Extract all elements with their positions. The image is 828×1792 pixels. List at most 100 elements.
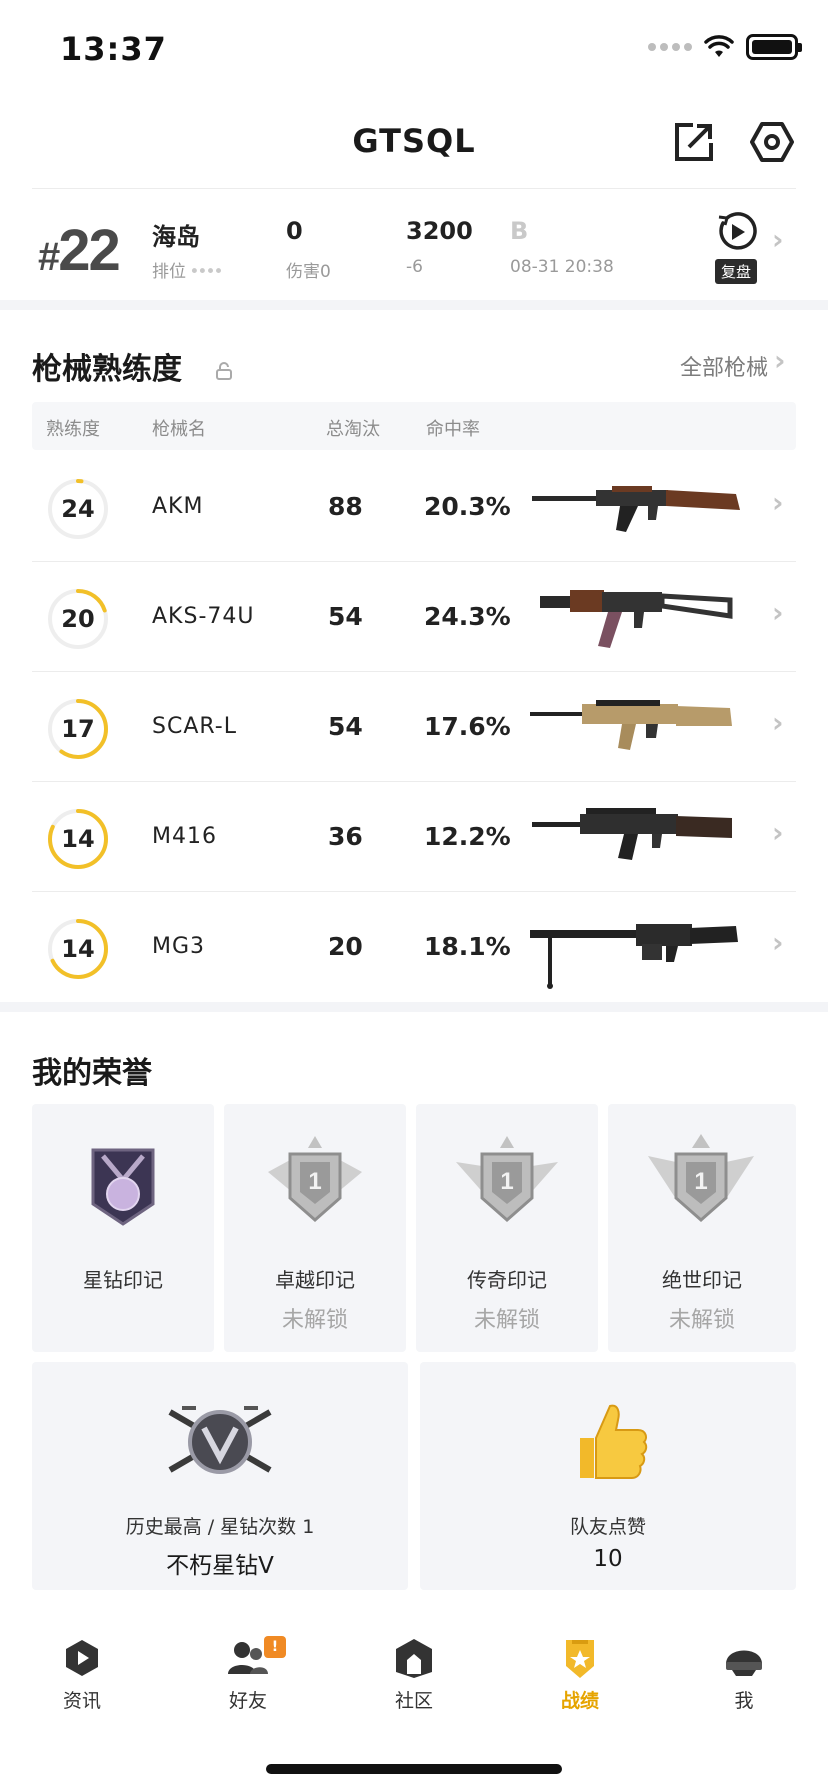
tab-label: 战绩	[560, 1690, 599, 1712]
honor-section-title: 我的荣誉	[32, 1056, 152, 1091]
settings-button[interactable]	[746, 116, 798, 168]
helmet-icon	[726, 1650, 762, 1676]
section-divider	[0, 1002, 828, 1012]
recent-match-row[interactable]: #22 海岛 排位 •••• 0 伤害0 3200 -6 B 08-31 20:…	[32, 188, 796, 300]
all-weapons-link[interactable]: 全部枪械	[680, 350, 768, 382]
match-score: 3200	[406, 217, 473, 245]
honor-badge-status: 未解锁	[668, 1308, 735, 1333]
crossed-rifles-emblem-icon	[168, 1406, 272, 1474]
teammate-likes-value: 10	[593, 1546, 623, 1572]
friends-badge: !	[264, 1636, 286, 1658]
col-total-kills: 总淘汰	[326, 419, 380, 440]
weapon-name: AKS-74U	[152, 604, 255, 629]
teammate-likes-card[interactable]: 队友点赞 10	[420, 1362, 796, 1590]
proficiency-level: 20	[61, 605, 95, 633]
chevron-right-icon: ›	[772, 486, 784, 519]
honor-badge-star-diamond[interactable]: 星钻印记	[32, 1104, 214, 1352]
weapon-accuracy: 24.3%	[424, 602, 511, 631]
signal-icon	[648, 43, 692, 51]
match-rank: #22	[38, 218, 121, 283]
battery-icon	[746, 34, 802, 60]
weapon-row[interactable]: 17 SCAR-L 54 17.6% ›	[32, 672, 796, 782]
match-map: 海岛	[152, 223, 200, 251]
honor-badge-status: 未解锁	[281, 1308, 348, 1333]
section-divider	[0, 300, 828, 310]
tab-me[interactable]: 我	[684, 1636, 804, 1713]
share-button[interactable]	[668, 116, 720, 168]
weapon-image-icon	[532, 486, 740, 532]
proficiency-level: 17	[61, 715, 95, 743]
honor-badge-legend[interactable]: 1 传奇印记 未解锁	[416, 1104, 598, 1352]
status-bar: 13:37	[0, 0, 828, 100]
weapon-total-kills: 20	[328, 932, 363, 961]
status-icons	[648, 34, 802, 60]
proficiency-level: 24	[61, 495, 95, 523]
weapon-total-kills: 36	[328, 822, 363, 851]
honor-badge-name: 星钻印记	[83, 1268, 163, 1292]
chevron-right-icon: ›	[772, 596, 784, 629]
records-badge-icon	[566, 1640, 594, 1678]
col-weapon-name: 枪械名	[152, 419, 206, 440]
tab-label: 好友	[228, 1690, 267, 1712]
chevron-right-icon: ›	[772, 816, 784, 849]
match-grade-col: B 08-31 20:38	[510, 217, 614, 277]
chevron-right-icon: ›	[774, 344, 786, 377]
weapon-accuracy: 17.6%	[424, 712, 511, 741]
header: GTSQL	[0, 100, 828, 188]
weapon-accuracy: 20.3%	[424, 492, 511, 521]
weapons-section-title: 枪械熟练度	[32, 344, 234, 388]
svg-text:1: 1	[500, 1168, 513, 1195]
tab-friends[interactable]: ! 好友	[188, 1636, 308, 1713]
replay-button[interactable]: 复盘	[708, 211, 764, 284]
honor-badge-status: 未解锁	[473, 1308, 540, 1333]
match-score-change: -6	[406, 257, 423, 277]
weapon-total-kills: 88	[328, 492, 363, 521]
replay-icon	[718, 212, 757, 250]
weapon-image-icon	[540, 590, 733, 648]
settings-hex-icon	[750, 122, 794, 162]
col-proficiency: 熟练度	[46, 419, 100, 440]
honor-badge-peerless[interactable]: 1 绝世印记 未解锁	[608, 1104, 796, 1352]
tab-community[interactable]: 社区	[354, 1636, 474, 1713]
weapon-row[interactable]: 24 AKM 88 20.3% ›	[32, 452, 796, 562]
star-diamond-medal-icon	[91, 1148, 155, 1226]
honor-badge-excellence[interactable]: 1 卓越印记 未解锁	[224, 1104, 406, 1352]
proficiency-level: 14	[61, 825, 95, 853]
chevron-right-icon: ›	[772, 926, 784, 959]
news-play-icon	[66, 1640, 98, 1676]
thumbs-up-icon	[580, 1404, 648, 1479]
tab-news[interactable]: 资讯	[22, 1636, 142, 1713]
match-grade: B	[510, 217, 529, 245]
match-mode: 排位 ••••	[152, 262, 223, 282]
weapon-accuracy: 18.1%	[424, 932, 511, 961]
highest-rank-label: 历史最高 / 星钻次数 1	[125, 1516, 315, 1538]
tab-label: 社区	[394, 1690, 433, 1712]
weapon-row[interactable]: 14 MG3 20 18.1% ›	[32, 892, 796, 1002]
match-damage: 伤害0	[286, 262, 331, 282]
tab-records[interactable]: 战绩	[520, 1636, 640, 1713]
highest-rank-value: 不朽星钻Ⅴ	[166, 1553, 274, 1579]
home-indicator[interactable]	[266, 1764, 562, 1774]
weapon-total-kills: 54	[328, 712, 363, 741]
locked-medal-icon: 1	[456, 1136, 558, 1222]
weapon-name: M416	[152, 824, 217, 849]
svg-text:1: 1	[694, 1168, 707, 1195]
weapon-image-icon	[532, 808, 732, 860]
weapon-image-icon	[530, 700, 732, 750]
col-accuracy: 命中率	[426, 419, 480, 440]
weapon-accuracy: 12.2%	[424, 822, 511, 851]
share-icon	[675, 123, 713, 161]
honor-badge-name: 传奇印记	[467, 1268, 547, 1292]
weapon-row[interactable]: 14 M416 36 12.2% ›	[32, 782, 796, 892]
proficiency-level: 14	[61, 935, 95, 963]
community-icon	[396, 1639, 432, 1678]
wifi-icon	[704, 35, 734, 57]
locked-medal-icon: 1	[268, 1136, 362, 1222]
lock-icon	[216, 361, 233, 380]
highest-rank-card[interactable]: 历史最高 / 星钻次数 1 不朽星钻Ⅴ	[32, 1362, 408, 1590]
weapon-row[interactable]: 20 AKS-74U 54 24.3% ›	[32, 562, 796, 672]
match-kills: 0	[286, 217, 303, 245]
weapon-name: AKM	[152, 494, 204, 519]
tab-label: 资讯	[62, 1690, 101, 1712]
match-score-col: 3200 -6	[406, 217, 473, 277]
